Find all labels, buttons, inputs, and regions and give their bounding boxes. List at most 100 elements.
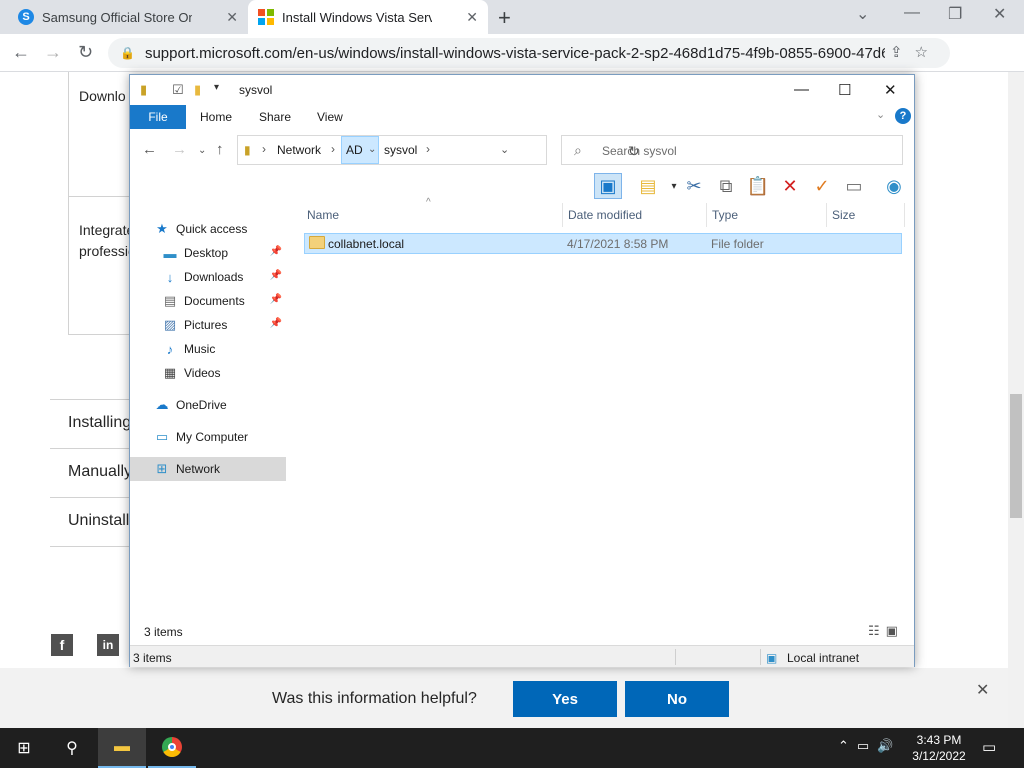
feedback-yes-button[interactable]: Yes [513,681,617,717]
integrate-text-line1: Integrate [79,222,135,238]
share-and-bookmark-icons[interactable]: ⇪☆ [890,43,940,61]
nav-downloads[interactable]: ↓ Downloads 📌 [130,265,286,289]
new-tab-button[interactable]: + [498,5,511,31]
properties-icon[interactable]: ▤ [634,173,662,199]
breadcrumb-dropdown-icon[interactable]: ⌄ [368,144,376,155]
explorer-title-bar[interactable]: ▮ ☑ ▮ ▾ sysvol — ☐ ✕ [130,75,914,105]
tab-file[interactable]: File [130,105,186,129]
linkedin-icon[interactable]: in [97,634,119,656]
address-bar[interactable]: 🔒 support.microsoft.com/en-us/windows/in… [108,38,950,68]
column-header-type[interactable]: Type [707,203,827,227]
globe-icon[interactable]: ◉ [880,173,908,199]
clock-date: 3/12/2022 [912,749,966,763]
cut-icon[interactable]: ✂ [680,173,708,199]
navigation-pane: ★ Quick access ▬ Desktop 📌 ↓ Downloads 📌… [130,203,290,613]
file-name[interactable]: collabnet.local [328,237,404,251]
close-icon[interactable]: ✕ [884,81,897,99]
accordion-manually[interactable]: Manually [50,448,132,497]
breadcrumb-separator-icon[interactable]: › [426,142,430,156]
breadcrumb-sysvol[interactable]: sysvol [384,143,417,157]
forward-icon[interactable]: → [44,42,62,63]
customize-quick-access-icon[interactable]: ▾ [214,82,219,93]
view-toggle-icons[interactable]: ☷▣ [868,623,904,639]
back-icon[interactable]: ← [142,141,157,158]
breadcrumb[interactable]: ▮ › Network › AD ⌄ sysvol › ⌄ ↻ [237,135,640,165]
chrome-taskbar-icon[interactable] [148,728,196,768]
pin-icon[interactable]: 📌 [270,246,282,257]
minimize-icon[interactable]: — [794,81,809,98]
nav-network[interactable]: ⊞ Network [130,457,286,481]
paste-icon[interactable]: 📋 [744,173,772,199]
pin-icon[interactable]: 📌 [270,318,282,329]
search-input[interactable]: ⌕ Search sysvol [561,135,903,165]
nav-onedrive[interactable]: ☁ OneDrive [130,393,286,417]
forward-icon[interactable]: → [172,141,187,158]
nav-desktop[interactable]: ▬ Desktop 📌 [130,241,286,265]
browser-toolbar: ← → ↻ 🔒 support.microsoft.com/en-us/wind… [0,34,1024,98]
facebook-icon[interactable]: f [51,634,73,656]
clock[interactable]: 3:43 PM 3/12/2022 [906,732,972,764]
breadcrumb-separator-icon[interactable]: › [262,142,266,156]
column-header-name[interactable]: Name [302,203,563,227]
file-row[interactable]: collabnet.local 4/17/2021 8:58 PM File f… [304,233,902,254]
up-icon[interactable]: ↑ [216,141,224,158]
minimize-icon[interactable]: — [904,4,920,22]
delete-icon[interactable]: ✕ [776,173,804,199]
preview-pane-icon[interactable]: ▣ [594,173,622,199]
url-text[interactable]: support.microsoft.com/en-us/windows/inst… [145,45,885,62]
tab-view[interactable]: View [317,110,343,124]
page-scrollbar-thumb[interactable] [1010,394,1022,518]
nav-music[interactable]: ♪ Music [130,337,286,361]
nav-quick-access[interactable]: ★ Quick access [130,217,286,241]
zone-label: Local intranet [787,651,860,665]
new-folder-icon[interactable]: ▮ [194,82,201,98]
item-count: 3 items [144,625,183,639]
monitor-icon: ▭ [155,429,169,444]
close-window-icon[interactable]: ✕ [993,4,1006,24]
nav-documents[interactable]: ▤ Documents 📌 [130,289,286,313]
tab-samsung-store[interactable]: S Samsung Official Store Online Pr ✕ [8,0,248,34]
breadcrumb-ad[interactable]: AD [346,143,363,157]
accordion-uninstall[interactable]: Uninstall [50,497,132,546]
close-tab-icon[interactable]: ✕ [226,9,238,26]
reload-icon[interactable]: ↻ [78,42,93,63]
lock-icon[interactable]: 🔒 [120,46,135,60]
tab-home[interactable]: Home [200,110,232,124]
restore-icon[interactable]: ❐ [948,4,962,24]
breadcrumb-network[interactable]: Network [277,143,321,157]
accordion-installing[interactable]: Installing [50,399,132,448]
nav-my-computer[interactable]: ▭ My Computer [130,425,286,449]
breadcrumb-separator-icon[interactable]: › [331,142,335,156]
maximize-icon[interactable]: ☐ [838,81,851,99]
tab-share[interactable]: Share [259,110,291,124]
expand-ribbon-icon[interactable]: ⌄ [876,108,885,121]
help-icon[interactable]: ? [895,108,911,124]
file-explorer-taskbar-icon[interactable]: ▬ [98,728,146,768]
close-tab-icon[interactable]: ✕ [466,9,478,26]
feedback-close-icon[interactable]: ✕ [976,680,989,700]
nav-pictures[interactable]: ▨ Pictures 📌 [130,313,286,337]
status-bar: 3 items ▣ Local intranet [130,645,914,667]
back-icon[interactable]: ← [12,42,30,63]
column-header-size[interactable]: Size [827,203,905,227]
search-icon[interactable]: ⚲ [48,728,96,768]
nav-videos[interactable]: ▦ Videos [130,361,286,385]
rename-check-icon[interactable]: ✓ [808,173,836,199]
tab-install-vista-sp2[interactable]: Install Windows Vista Service Pac ✕ [248,0,488,34]
recent-locations-icon[interactable]: ⌄ [198,145,206,156]
column-header-date-modified[interactable]: Date modified [563,203,707,227]
pin-icon[interactable]: 📌 [270,294,282,305]
divider [50,546,132,547]
map-drive-icon[interactable]: ▭ [840,173,868,199]
properties-checkbox-icon[interactable]: ☑ [172,82,184,98]
start-windows-icon[interactable]: ⊞ [0,728,48,768]
tab-search-icon[interactable]: ⌄ [856,4,869,24]
copy-icon[interactable]: ⧉ [712,173,740,199]
pin-icon[interactable]: 📌 [270,270,282,281]
system-tray-icons[interactable]: ⌃▭🔊 [838,738,901,754]
feedback-no-button[interactable]: No [625,681,729,717]
address-history-icon[interactable]: ⌄ [500,143,509,156]
notification-icon[interactable]: ▭ [982,738,996,756]
search-icon: ⌕ [574,142,582,158]
divider [68,196,130,197]
